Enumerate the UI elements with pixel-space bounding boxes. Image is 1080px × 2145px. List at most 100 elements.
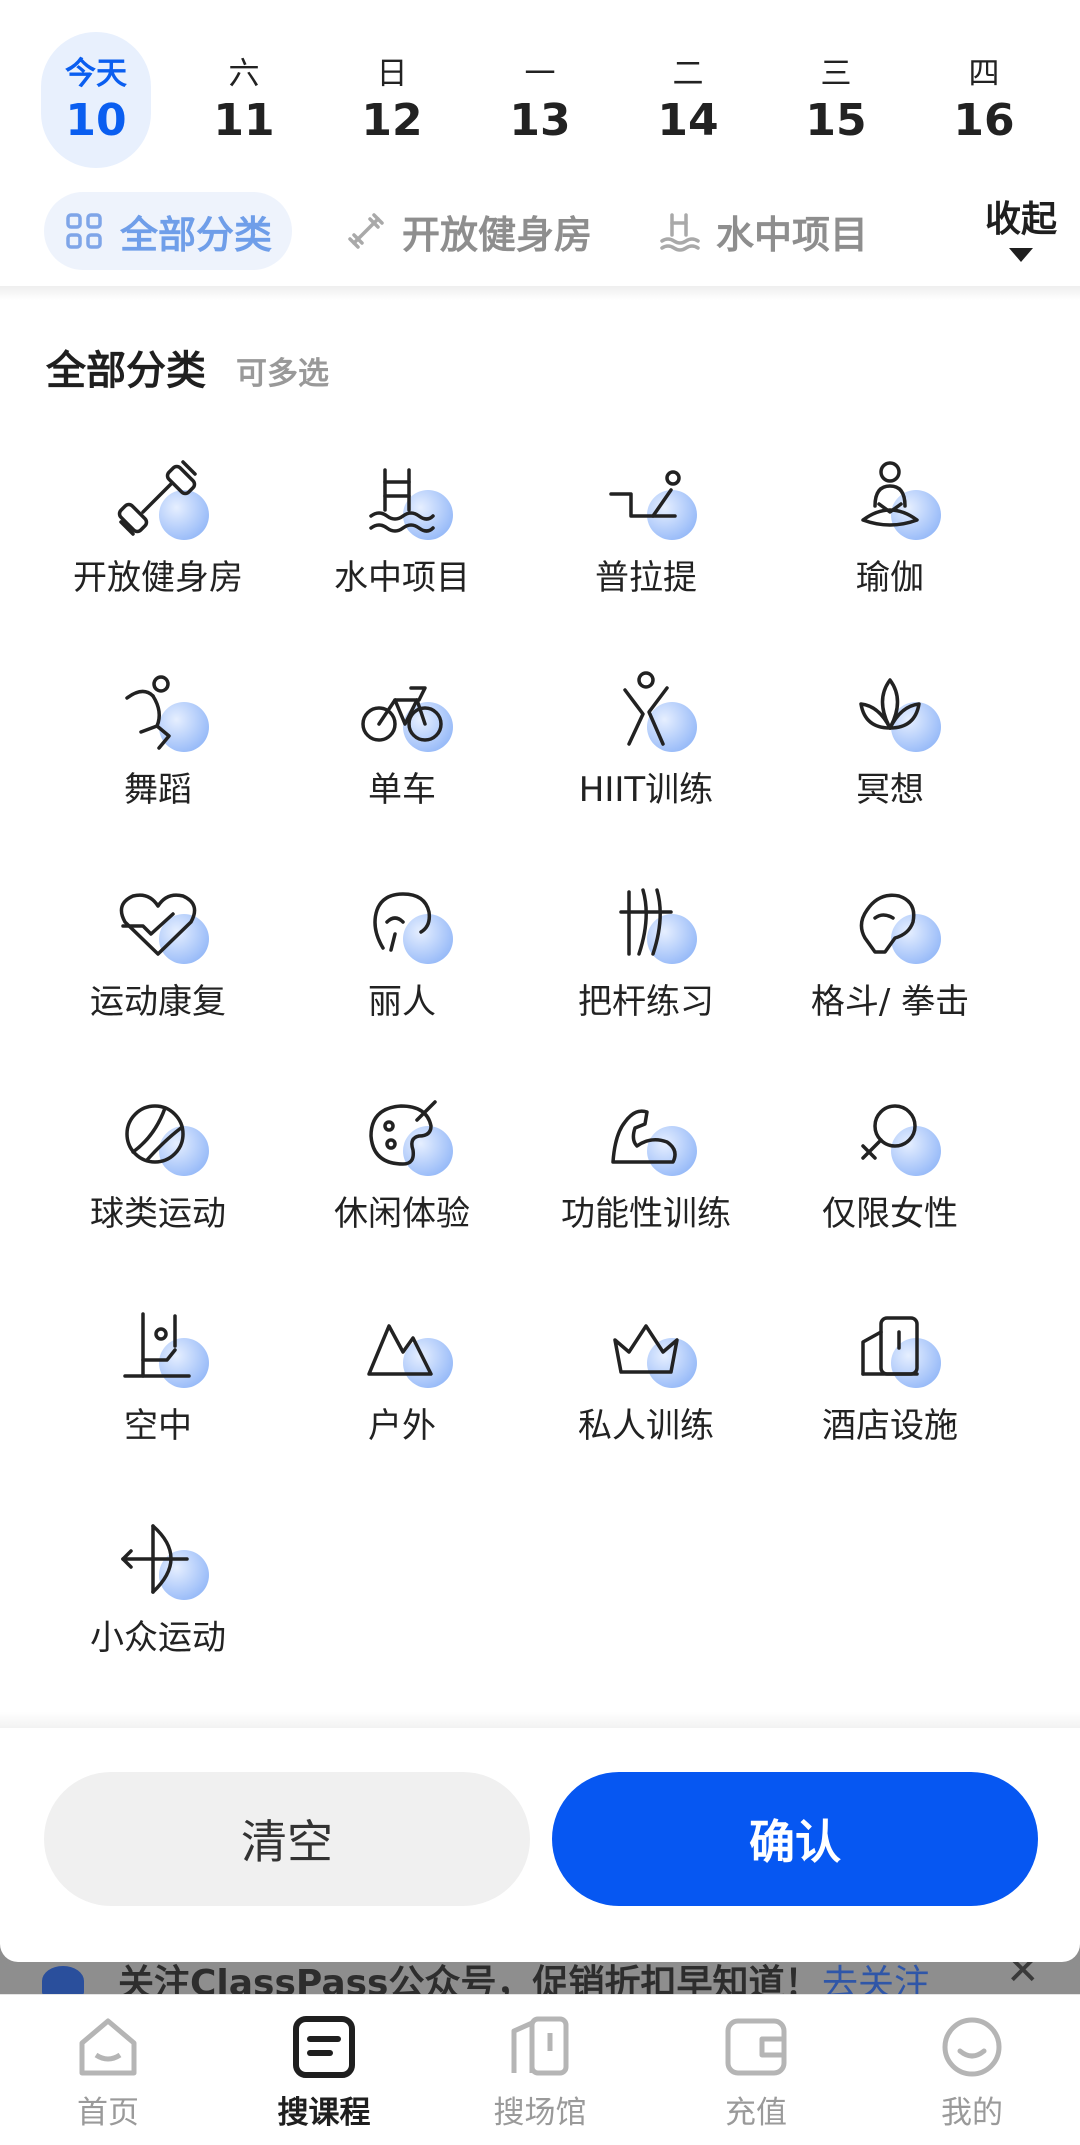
course-search-icon [293, 2016, 355, 2078]
bottom-nav: 首页 搜课程 搜场馆 充值 我的 [0, 1994, 1080, 2145]
category-label: 水中项目 [334, 558, 470, 598]
date-item-15[interactable]: 三 15 [781, 32, 891, 168]
category-label: 舞蹈 [124, 770, 192, 810]
date-item-13[interactable]: 一 13 [485, 32, 595, 168]
category-label: 户外 [368, 1406, 436, 1446]
dance-icon [103, 656, 213, 766]
category-tab-bar: 全部分类 开放健身房 水中项目 收起 [0, 186, 1080, 286]
category-pilates[interactable]: 普拉提 [524, 430, 768, 642]
section-title: 全部分类 [46, 348, 206, 394]
archery-icon [103, 1504, 213, 1614]
date-item-10[interactable]: 今天 10 [41, 32, 151, 168]
nav-label: 搜场馆 [493, 2095, 587, 2131]
category-label: 空中 [124, 1406, 192, 1446]
category-hotel[interactable]: 酒店设施 [768, 1278, 1012, 1490]
category-hiit[interactable]: HIIT训练 [524, 642, 768, 854]
date-weekday: 日 [376, 56, 408, 92]
footer-divider [0, 1712, 1080, 1728]
category-beauty[interactable]: 丽人 [280, 854, 524, 1066]
venue-icon [511, 2016, 569, 2076]
hiit-icon [591, 656, 701, 766]
category-niche-sports[interactable]: 小众运动 [36, 1490, 280, 1702]
category-meditation[interactable]: 冥想 [768, 642, 1012, 854]
muscle-icon [591, 1080, 701, 1190]
bell-icon [42, 1966, 84, 1994]
swimming-pool-icon [658, 209, 702, 253]
collapse-button[interactable]: 收起 [962, 186, 1080, 286]
boxing-glove-icon [835, 868, 945, 978]
category-label: 私人训练 [578, 1406, 714, 1446]
nav-label: 首页 [77, 2095, 139, 2131]
date-weekday: 四 [968, 56, 1000, 92]
category-aerial[interactable]: 空中 [36, 1278, 280, 1490]
sheet-bottom-edge [0, 1944, 1080, 1962]
date-weekday: 一 [524, 56, 556, 92]
heart-check-icon [103, 868, 213, 978]
dumbbell-icon [103, 444, 213, 554]
date-day: 10 [65, 95, 127, 146]
category-barre[interactable]: 把杆练习 [524, 854, 768, 1066]
aerial-icon [103, 1292, 213, 1402]
category-label: 格斗/ 拳击 [810, 982, 970, 1022]
date-item-12[interactable]: 日 12 [337, 32, 447, 168]
pilates-icon [591, 444, 701, 554]
category-label: 仅限女性 [822, 1194, 958, 1234]
nav-search-venues[interactable]: 搜场馆 [440, 2013, 640, 2132]
category-open-gym[interactable]: 开放健身房 [36, 430, 280, 642]
category-boxing[interactable]: 格斗/ 拳击 [768, 854, 1012, 1066]
tab-label: 开放健身房 [402, 212, 593, 257]
tab-aquatics[interactable]: 水中项目 [658, 192, 868, 270]
date-selector: 今天 10 六 11 日 12 一 13 二 14 三 15 四 16 [0, 0, 1080, 180]
wallet-icon [725, 2018, 787, 2076]
category-label: 开放健身房 [73, 558, 243, 598]
profile-icon [942, 2017, 1002, 2077]
category-yoga[interactable]: 瑜伽 [768, 430, 1012, 642]
nav-search-courses[interactable]: 搜课程 [224, 2013, 424, 2132]
category-label: 球类运动 [90, 1194, 226, 1234]
category-dance[interactable]: 舞蹈 [36, 642, 280, 854]
nav-profile[interactable]: 我的 [872, 2013, 1072, 2132]
crown-icon [591, 1292, 701, 1402]
date-day: 16 [953, 95, 1015, 146]
category-label: 酒店设施 [822, 1406, 958, 1446]
category-ball-sports[interactable]: 球类运动 [36, 1066, 280, 1278]
category-label: 普拉提 [595, 558, 697, 598]
mountain-icon [347, 1292, 457, 1402]
date-day: 11 [213, 95, 275, 146]
dumbbell-icon [344, 209, 388, 253]
nav-home[interactable]: 首页 [8, 2013, 208, 2132]
date-day: 13 [509, 95, 571, 146]
category-rehab[interactable]: 运动康复 [36, 854, 280, 1066]
category-label: 休闲体验 [334, 1194, 470, 1234]
hotel-icon [835, 1292, 945, 1402]
clear-button[interactable]: 清空 [44, 1772, 530, 1906]
date-weekday: 三 [820, 56, 852, 92]
date-weekday: 六 [228, 56, 260, 92]
caret-down-icon [1009, 248, 1033, 262]
follow-banner: 关注ClassPass公众号，促销折扣早知道！ 去关注 ✕ [0, 1944, 1080, 1994]
palette-icon [347, 1080, 457, 1190]
category-functional[interactable]: 功能性训练 [524, 1066, 768, 1278]
tab-open-gym[interactable]: 开放健身房 [344, 192, 592, 270]
nav-label: 搜课程 [277, 2095, 371, 2131]
category-personal-training[interactable]: 私人训练 [524, 1278, 768, 1490]
date-item-16[interactable]: 四 16 [929, 32, 1039, 168]
category-label: 丽人 [368, 982, 436, 1022]
category-label: 单车 [368, 770, 436, 810]
category-aquatics[interactable]: 水中项目 [280, 430, 524, 642]
grid-icon [62, 209, 106, 253]
lotus-icon [835, 656, 945, 766]
date-item-14[interactable]: 二 14 [633, 32, 743, 168]
date-weekday: 二 [672, 56, 704, 92]
category-leisure[interactable]: 休闲体验 [280, 1066, 524, 1278]
category-label: HIIT训练 [578, 770, 714, 810]
category-label: 瑜伽 [856, 558, 924, 598]
tab-all-categories[interactable]: 全部分类 [44, 192, 293, 270]
category-outdoor[interactable]: 户外 [280, 1278, 524, 1490]
category-women-only[interactable]: 仅限女性 [768, 1066, 1012, 1278]
date-item-11[interactable]: 六 11 [189, 32, 299, 168]
yoga-icon [835, 444, 945, 554]
nav-top-up[interactable]: 充值 [656, 2013, 856, 2132]
category-cycling[interactable]: 单车 [280, 642, 524, 854]
confirm-button[interactable]: 确认 [552, 1772, 1038, 1906]
